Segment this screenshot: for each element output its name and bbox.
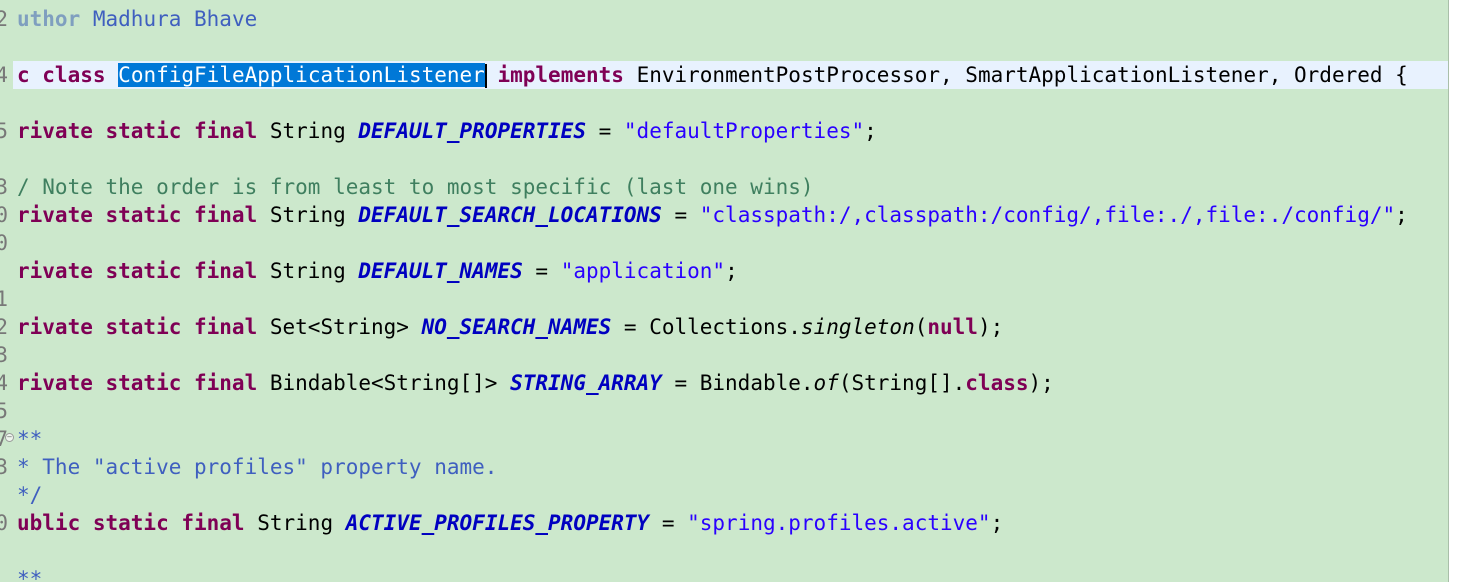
- code-line-default-properties: rivate static final String DEFAULT_PROPE…: [17, 119, 877, 143]
- line-number: 4: [0, 63, 8, 87]
- code-line-author: uthor Madhura Bhave: [17, 7, 258, 31]
- line-number: 3: [0, 455, 8, 479]
- code-line-comment: / Note the order is from least to most s…: [17, 175, 814, 199]
- text-caret: [484, 64, 487, 88]
- line-number: 1: [0, 287, 8, 311]
- line-number: 5: [0, 119, 8, 143]
- fold-toggle-icon[interactable]: −: [5, 433, 14, 442]
- line-number: 4: [0, 371, 8, 395]
- code-line-string-array: rivate static final Bindable<String[]> S…: [17, 371, 1054, 395]
- line-number: 2: [0, 315, 8, 339]
- code-line-default-names: rivate static final String DEFAULT_NAMES…: [17, 259, 738, 283]
- code-line-default-search-locations: rivate static final String DEFAULT_SEARC…: [17, 203, 1408, 227]
- line-number: 3: [0, 175, 8, 199]
- code-line-javadoc-text: * The "active profiles" property name.: [17, 455, 498, 479]
- line-number: 3: [0, 343, 8, 367]
- line-number: 0: [0, 231, 8, 255]
- code-line-active-profiles: ublic static final String ACTIVE_PROFILE…: [17, 511, 1004, 535]
- line-number: 5: [0, 399, 8, 423]
- selected-class-name: ConfigFileApplicationListener: [118, 63, 485, 87]
- code-line-no-search-names: rivate static final Set<String> NO_SEARC…: [17, 315, 1004, 339]
- code-line-javadoc-close: */: [17, 483, 43, 507]
- line-number: 0: [0, 511, 8, 535]
- code-line-javadoc-open: **: [17, 427, 43, 451]
- code-line-class-declaration: c class ConfigFileApplicationListener im…: [17, 63, 1408, 88]
- line-number: 0: [0, 203, 8, 227]
- editor-right-margin: [1449, 0, 1457, 582]
- code-editor[interactable]: 2 4 5 3 0 0 1 2 3 4 5 7 3 0 − uthor Madh…: [0, 0, 1457, 582]
- code-line-javadoc-open-2: **: [17, 567, 43, 582]
- line-number: 2: [0, 7, 8, 31]
